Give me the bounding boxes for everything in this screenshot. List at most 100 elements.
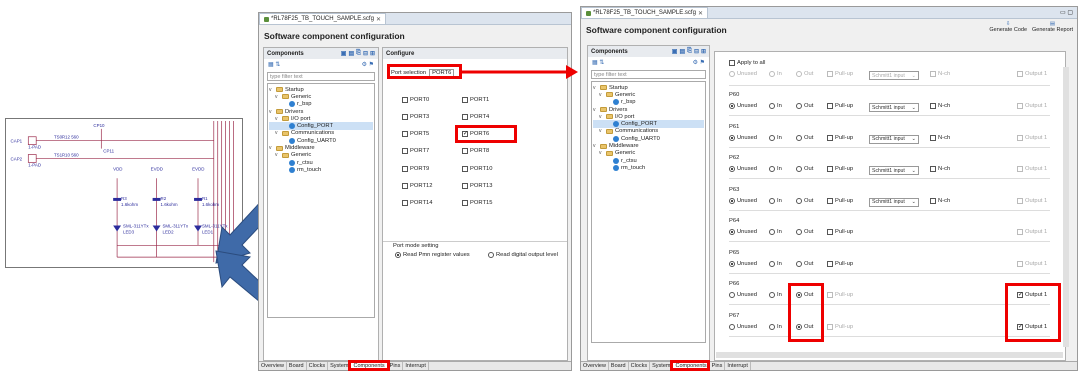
out-radio[interactable] bbox=[796, 229, 802, 235]
tree-node[interactable]: r_bsp bbox=[593, 99, 704, 106]
out-radio[interactable] bbox=[796, 103, 802, 109]
port-checkbox[interactable]: PORT1 bbox=[462, 97, 489, 103]
pullup-checkbox[interactable] bbox=[827, 323, 833, 330]
in-radio[interactable] bbox=[769, 166, 775, 172]
port-checkbox-box[interactable] bbox=[462, 200, 468, 206]
copy-icon[interactable]: ⎘ bbox=[687, 48, 692, 55]
port-checkbox-box[interactable] bbox=[462, 97, 468, 103]
view-toggle-icon[interactable]: ▦ ⇅ bbox=[592, 59, 604, 66]
pullup-checkbox[interactable] bbox=[827, 166, 833, 172]
tree-node[interactable]: v Drivers bbox=[593, 106, 704, 113]
tree-node[interactable]: v Generic bbox=[593, 91, 704, 98]
port-checkbox[interactable]: PORT14 bbox=[402, 200, 432, 206]
in-radio[interactable] bbox=[769, 229, 775, 235]
nch-checkbox[interactable] bbox=[930, 103, 936, 109]
close-icon[interactable]: ✕ bbox=[698, 10, 703, 17]
port-checkbox-box[interactable] bbox=[402, 114, 408, 120]
tree-node[interactable]: r_ctsu bbox=[593, 157, 704, 164]
editor-tab[interactable]: *RL78F25_TB_TOUCH_SAMPLE.scfg ✕ bbox=[259, 13, 386, 24]
tab-interrupt[interactable]: Interrupt bbox=[403, 362, 429, 370]
port-checkbox-box[interactable] bbox=[402, 97, 408, 103]
port-checkbox-box[interactable] bbox=[402, 166, 408, 172]
port-checkbox-box[interactable] bbox=[462, 114, 468, 120]
tree-node[interactable]: v I/O port bbox=[593, 113, 704, 120]
schmitt-dropdown[interactable]: Schmitt1 input ⌄ bbox=[869, 103, 919, 112]
unused-radio[interactable] bbox=[729, 292, 735, 298]
generate-report-button[interactable]: ▤ Generate Report bbox=[1032, 21, 1073, 33]
tree-node[interactable]: v I/O port bbox=[269, 115, 373, 122]
horizontal-scrollbar[interactable] bbox=[716, 352, 1063, 358]
tree-node[interactable]: v Middleware bbox=[593, 142, 704, 149]
in-radio[interactable] bbox=[769, 323, 775, 330]
output1-checkbox[interactable] bbox=[1017, 197, 1023, 204]
tree-node[interactable]: v Generic bbox=[269, 152, 373, 159]
in-radio[interactable] bbox=[769, 197, 775, 204]
unused-radio[interactable] bbox=[729, 166, 735, 172]
read-pmn-radio[interactable] bbox=[395, 252, 401, 258]
tab-clocks[interactable]: Clocks bbox=[629, 362, 651, 370]
generate-code-button[interactable]: ⇩ Generate Code bbox=[989, 21, 1027, 33]
unused-radio[interactable] bbox=[729, 260, 735, 267]
port-checkbox-box[interactable] bbox=[402, 200, 408, 206]
pullup-checkbox[interactable] bbox=[827, 103, 833, 109]
expand-icon[interactable]: ⊞ bbox=[370, 50, 375, 57]
port-checkbox[interactable]: PORT10 bbox=[462, 166, 492, 172]
tree-node[interactable]: rm_touch bbox=[269, 166, 373, 173]
tree-node[interactable]: Config_UART0 bbox=[269, 137, 373, 144]
pullup-checkbox[interactable] bbox=[827, 197, 833, 204]
pullup-checkbox[interactable] bbox=[827, 134, 833, 141]
port-checkbox-box[interactable] bbox=[462, 183, 468, 189]
tree-node[interactable]: v Startup bbox=[269, 86, 373, 93]
close-icon[interactable]: ✕ bbox=[376, 16, 381, 23]
tab-board[interactable]: Board bbox=[287, 362, 307, 370]
tree-node[interactable]: v Communications bbox=[269, 130, 373, 137]
add-component-icon[interactable]: ▣ bbox=[341, 50, 347, 57]
port-checkbox[interactable]: PORT12 bbox=[402, 183, 432, 189]
out-radio[interactable] bbox=[796, 166, 802, 172]
port-checkbox-box[interactable] bbox=[462, 148, 468, 154]
editor-tab[interactable]: *RL78F25_TB_TOUCH_SAMPLE.scfg ✕ bbox=[581, 7, 708, 18]
tree-node[interactable]: r_bsp bbox=[269, 101, 373, 108]
collapse-icon[interactable]: ⊟ bbox=[694, 48, 699, 55]
remove-component-icon[interactable]: ▤ bbox=[679, 48, 685, 55]
tab-clocks[interactable]: Clocks bbox=[307, 362, 329, 370]
tab-pins[interactable]: Pins bbox=[388, 362, 404, 370]
in-radio[interactable] bbox=[769, 103, 775, 109]
port-checkbox[interactable]: PORT4 bbox=[462, 114, 489, 120]
tab-pins[interactable]: Pins bbox=[710, 362, 726, 370]
output1-checkbox[interactable] bbox=[1017, 134, 1023, 141]
out-radio[interactable] bbox=[796, 197, 802, 204]
collapse-icon[interactable]: ⊟ bbox=[363, 50, 368, 57]
tree-node[interactable]: v Communications bbox=[593, 128, 704, 135]
filter-input[interactable]: type filter text bbox=[267, 72, 375, 81]
port-checkbox[interactable]: PORT9 bbox=[402, 166, 429, 172]
port-checkbox[interactable]: PORT3 bbox=[402, 114, 429, 120]
expand-icon[interactable]: ⊞ bbox=[701, 48, 706, 55]
pullup-checkbox[interactable] bbox=[827, 260, 833, 267]
port-checkbox[interactable]: PORT0 bbox=[402, 97, 429, 103]
in-radio[interactable] bbox=[769, 292, 775, 298]
nch-checkbox[interactable] bbox=[930, 134, 936, 141]
filter-icons[interactable]: ⚙ ⚑ bbox=[362, 61, 374, 68]
tab-overview[interactable]: Overview bbox=[259, 362, 287, 370]
output1-checkbox[interactable] bbox=[1017, 260, 1023, 267]
port-checkbox[interactable]: PORT8 bbox=[462, 148, 489, 154]
output1-checkbox[interactable] bbox=[1017, 229, 1023, 235]
out-radio[interactable] bbox=[796, 260, 802, 267]
tree-node-selected[interactable]: Config_PORT bbox=[593, 120, 704, 128]
pullup-checkbox[interactable] bbox=[827, 229, 833, 235]
output1-checkbox[interactable] bbox=[1017, 166, 1023, 172]
port-checkbox[interactable]: PORT15 bbox=[462, 200, 492, 206]
tab-overview[interactable]: Overview bbox=[581, 362, 609, 370]
in-radio[interactable] bbox=[769, 134, 775, 141]
port-checkbox-box[interactable] bbox=[402, 148, 408, 154]
schmitt-dropdown[interactable]: Schmitt1 input ⌄ bbox=[869, 197, 919, 207]
port-checkbox[interactable]: PORT13 bbox=[462, 183, 492, 189]
port-checkbox[interactable]: PORT5 bbox=[402, 131, 429, 137]
filter-input[interactable]: type filter text bbox=[591, 70, 706, 79]
tree-node[interactable]: v Middleware bbox=[269, 144, 373, 151]
output1-checkbox[interactable] bbox=[1017, 103, 1023, 109]
tree-node[interactable]: v Drivers bbox=[269, 108, 373, 115]
tree-node-selected[interactable]: Config_PORT bbox=[269, 122, 373, 130]
in-radio[interactable] bbox=[769, 260, 775, 267]
